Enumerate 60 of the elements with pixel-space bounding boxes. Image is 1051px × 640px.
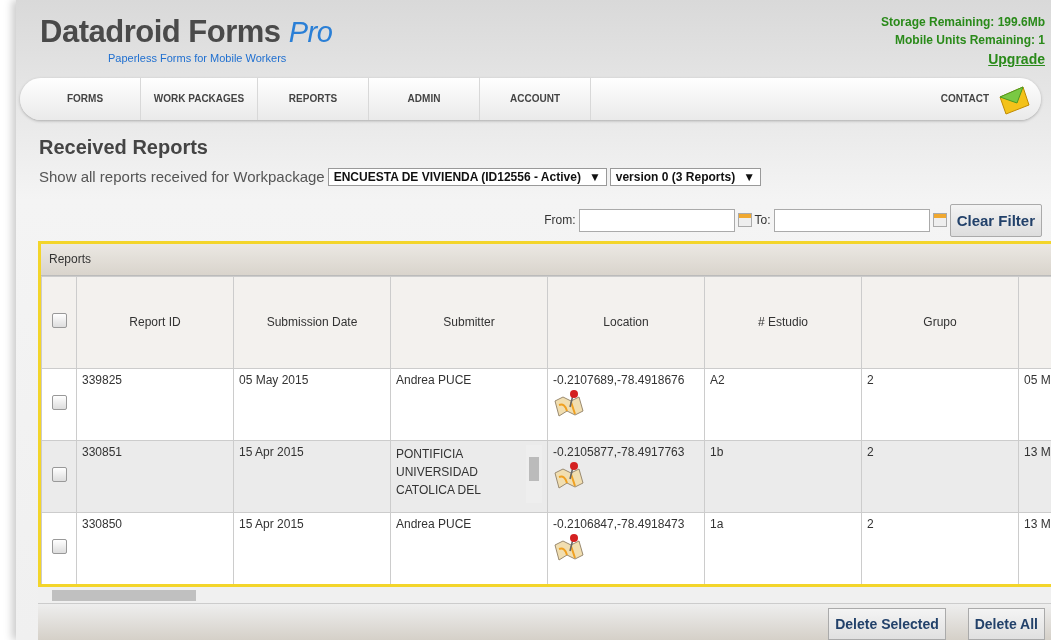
nav-item[interactable]: WORK PACKAGES <box>141 77 258 120</box>
table-cell: 330850 <box>82 516 123 531</box>
row-checkbox[interactable] <box>51 395 67 411</box>
filter-label: Show all reports received for Workpackage <box>39 168 325 186</box>
storage-remaining: Storage Remaining: 199.6Mb <box>880 15 1045 29</box>
nav-item[interactable]: FORMS <box>30 77 141 120</box>
table-cell: 2 <box>867 372 874 387</box>
table-row[interactable]: 330851 15 Apr 2015 PONTIFICIA UNIVERSIDAD CATOLICA DEL -0.2105877,-78.4917763 1b 2 13 M <box>41 440 1051 513</box>
table-cell: -0.2105877,-78.4917763 <box>553 444 685 459</box>
map-pin-icon[interactable] <box>553 532 585 563</box>
table-cell: 2 <box>867 516 874 531</box>
clear-filter-button[interactable]: Clear Filter <box>949 203 1042 237</box>
table-cell: 330851 <box>82 444 123 459</box>
version-dropdown[interactable]: version 0 (3 Reports) ▼ <box>609 167 762 186</box>
column-header[interactable]: Submitter <box>390 276 548 369</box>
table-cell: -0.2106847,-78.4918473 <box>553 516 685 531</box>
logo: Datadroid Forms Pro <box>40 16 333 48</box>
table-cell: A2 <box>710 372 725 387</box>
column-header[interactable]: Grupo <box>861 276 1019 369</box>
table-cell: 2 <box>867 444 874 459</box>
from-label: From: <box>544 213 576 228</box>
map-pin-icon[interactable] <box>553 460 585 491</box>
column-header[interactable]: Report ID <box>76 276 234 369</box>
table-row[interactable]: 330850 15 Apr 2015 Andrea PUCE -0.2106847,-78.4918473 1a 2 13 M <box>41 512 1051 585</box>
to-label: To: <box>754 213 771 228</box>
to-date-field[interactable] <box>773 208 930 232</box>
table-cell: 1a <box>710 516 724 531</box>
table-cell: 13 M <box>1024 516 1051 531</box>
row-checkbox[interactable] <box>51 467 67 483</box>
map-pin-icon[interactable] <box>553 388 585 419</box>
table-cell: Andrea PUCE <box>396 516 472 531</box>
column-header[interactable]: Submission Date <box>233 276 391 369</box>
table-row[interactable]: 339825 05 May 2015 Andrea PUCE -0.2107689,-78.4918676 A2 2 05 M <box>41 368 1051 441</box>
table-cell: 15 Apr 2015 <box>239 516 304 531</box>
calendar-icon[interactable] <box>737 213 752 228</box>
table-cell: 1b <box>710 444 724 459</box>
table-cell: 05 May 2015 <box>239 372 309 387</box>
row-checkbox[interactable] <box>51 539 67 555</box>
table-cell: 339825 <box>82 372 123 387</box>
nav-item[interactable]: ADMIN <box>369 77 480 120</box>
nav-item[interactable]: REPORTS <box>258 77 369 120</box>
select-all-checkbox[interactable] <box>51 313 67 329</box>
delete-button[interactable]: Delete Selected <box>828 608 946 640</box>
grid-caption: Reports <box>41 243 1051 276</box>
page-title: Received Reports <box>39 135 209 159</box>
from-date-field[interactable] <box>578 208 735 232</box>
units-remaining: Mobile Units Remaining: 1 <box>895 33 1045 47</box>
table-cell: 15 Apr 2015 <box>239 444 304 459</box>
table-cell: 05 M <box>1024 372 1051 387</box>
column-header[interactable]: # Estudio <box>704 276 862 369</box>
contact-link[interactable]: CONTACT <box>940 93 989 105</box>
tagline: Paperless Forms for Mobile Workers <box>108 52 287 64</box>
workpackage-dropdown[interactable]: ENCUESTA DE VIVIENDA (ID12556 - Active) ▼ <box>327 167 607 186</box>
delete-button[interactable]: Delete All <box>967 608 1045 640</box>
table-cell: 13 M <box>1024 444 1051 459</box>
nav-item[interactable]: ACCOUNT <box>480 77 591 120</box>
column-header[interactable]: Location <box>547 276 705 369</box>
table-cell: Andrea PUCE <box>396 372 472 387</box>
table-cell: -0.2107689,-78.4918676 <box>553 372 685 387</box>
calendar-icon[interactable] <box>932 213 947 228</box>
